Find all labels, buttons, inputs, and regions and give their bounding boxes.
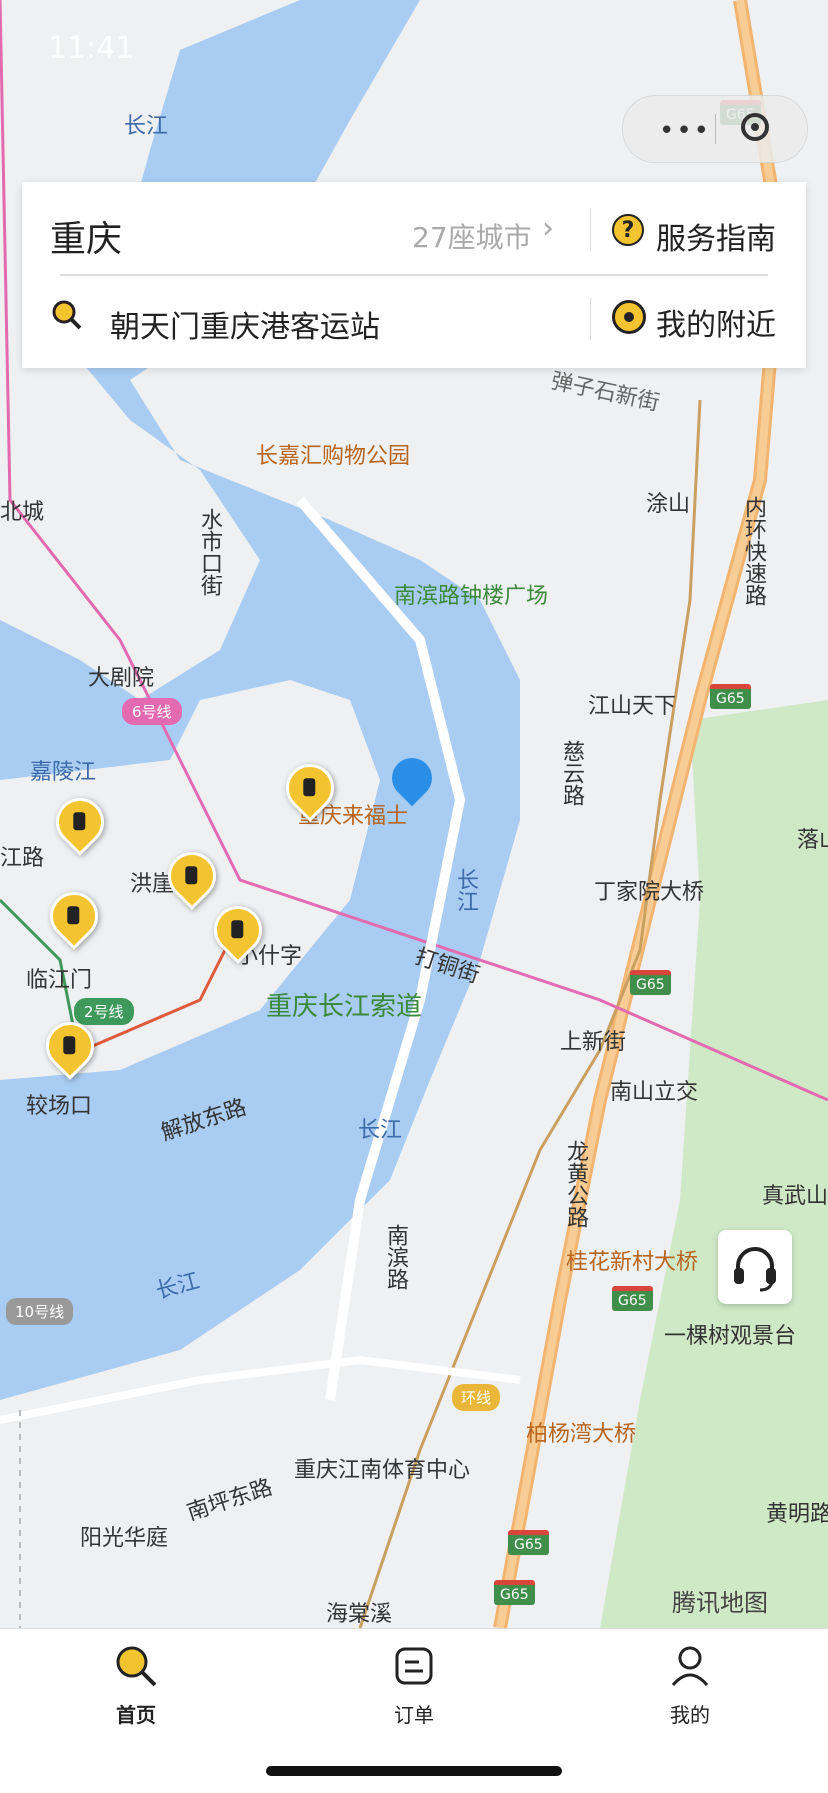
map-label: 阳光华庭 (80, 1526, 169, 1551)
highway-shield: G65 (612, 1286, 653, 1311)
divider (590, 298, 591, 340)
tab-mine[interactable]: 我的 (630, 1643, 750, 1728)
service-guide-button[interactable]: 服务指南 (656, 214, 776, 258)
map-label: 南山立交 (610, 1080, 699, 1105)
close-target-icon[interactable] (741, 113, 769, 141)
customer-service-button[interactable] (718, 1230, 792, 1304)
more-icon[interactable]: ••• (659, 118, 711, 144)
tab-home[interactable]: 首页 (76, 1643, 196, 1728)
search-icon (52, 300, 82, 330)
brand-label: 腾讯地图 (672, 1589, 768, 1617)
map-label: 大剧院 (88, 666, 155, 691)
map-label: 一棵树观景台 (664, 1324, 797, 1349)
map-label: 较场口 (26, 1094, 93, 1119)
metro-line-badge: 2号线 (74, 998, 134, 1025)
tab-orders[interactable]: 订单 (354, 1643, 474, 1728)
map-label: 慈云路 (559, 740, 584, 806)
search-input[interactable]: 朝天门重庆港客运站 (110, 302, 380, 346)
map-label: 北城 (0, 500, 45, 525)
ring-road-badge: 环线 (452, 1384, 501, 1411)
map-label: 海棠溪 (326, 1602, 393, 1627)
map-label: 水市口街 (197, 508, 222, 596)
map-label: 重庆江南体育中心 (294, 1458, 471, 1483)
map-label: 南滨路 (383, 1224, 408, 1290)
locate-icon (612, 300, 646, 334)
status-time: 11:41 (48, 31, 135, 66)
city-count-link[interactable]: 27座城市 (412, 216, 532, 256)
headset-icon (734, 1247, 776, 1292)
map-label: 龙黄公路 (563, 1140, 588, 1228)
metro-line-badge: 6号线 (122, 698, 182, 725)
map-label: 内环快速路 (741, 496, 766, 606)
map-label: 上新街 (560, 1030, 627, 1055)
status-bar: 11:41 (0, 0, 828, 100)
city-name[interactable]: 重庆 (50, 210, 122, 262)
nearby-button[interactable]: 我的附近 (656, 300, 776, 344)
home-indicator (266, 1766, 562, 1776)
tab-label: 订单 (394, 1703, 434, 1727)
map-label: 南滨路钟楼广场 (394, 584, 549, 609)
highway-shield: G65 (508, 1530, 549, 1555)
help-icon: ? (612, 214, 644, 246)
chevron-right-icon: › (542, 211, 554, 246)
highway-shield: G65 (630, 970, 671, 995)
map-label: 长江 (124, 114, 169, 139)
map-label: 长嘉汇购物公园 (256, 444, 411, 469)
miniprogram-capsule[interactable]: ••• (622, 95, 808, 163)
map-label: 长江 (358, 1118, 403, 1143)
highway-shield: G65 (494, 1580, 535, 1605)
map-label: 丁家院大桥 (594, 880, 705, 905)
user-icon (671, 1646, 709, 1687)
map-label: 长江 (453, 868, 478, 912)
highway-shield: G65 (710, 684, 751, 709)
tab-label: 我的 (670, 1703, 710, 1727)
search-panel: 重庆 27座城市 › ? 服务指南 朝天门重庆港客运站 我的附近 (22, 182, 806, 368)
divider (60, 274, 768, 276)
order-icon (395, 1647, 433, 1685)
map-label: 嘉陵江 (30, 760, 97, 785)
map-label: 涂山 (646, 492, 691, 517)
map-label: 江山天下 (588, 694, 677, 719)
metro-line-badge: 10号线 (6, 1298, 74, 1325)
search-icon (116, 1646, 157, 1687)
tab-label: 首页 (116, 1703, 156, 1727)
capsule-divider (715, 114, 716, 144)
map-label: 重庆长江索道 (266, 992, 423, 1022)
map-label: 临江门 (26, 968, 93, 993)
map-label: 真武山 (762, 1184, 828, 1209)
map-label: 黄明路 (766, 1502, 828, 1527)
map-label: 江路 (0, 846, 45, 871)
map-label: 柏杨湾大桥 (526, 1422, 637, 1447)
map-label: 落山 (797, 828, 828, 853)
divider (590, 208, 591, 250)
map-label: 桂花新村大桥 (566, 1250, 699, 1275)
